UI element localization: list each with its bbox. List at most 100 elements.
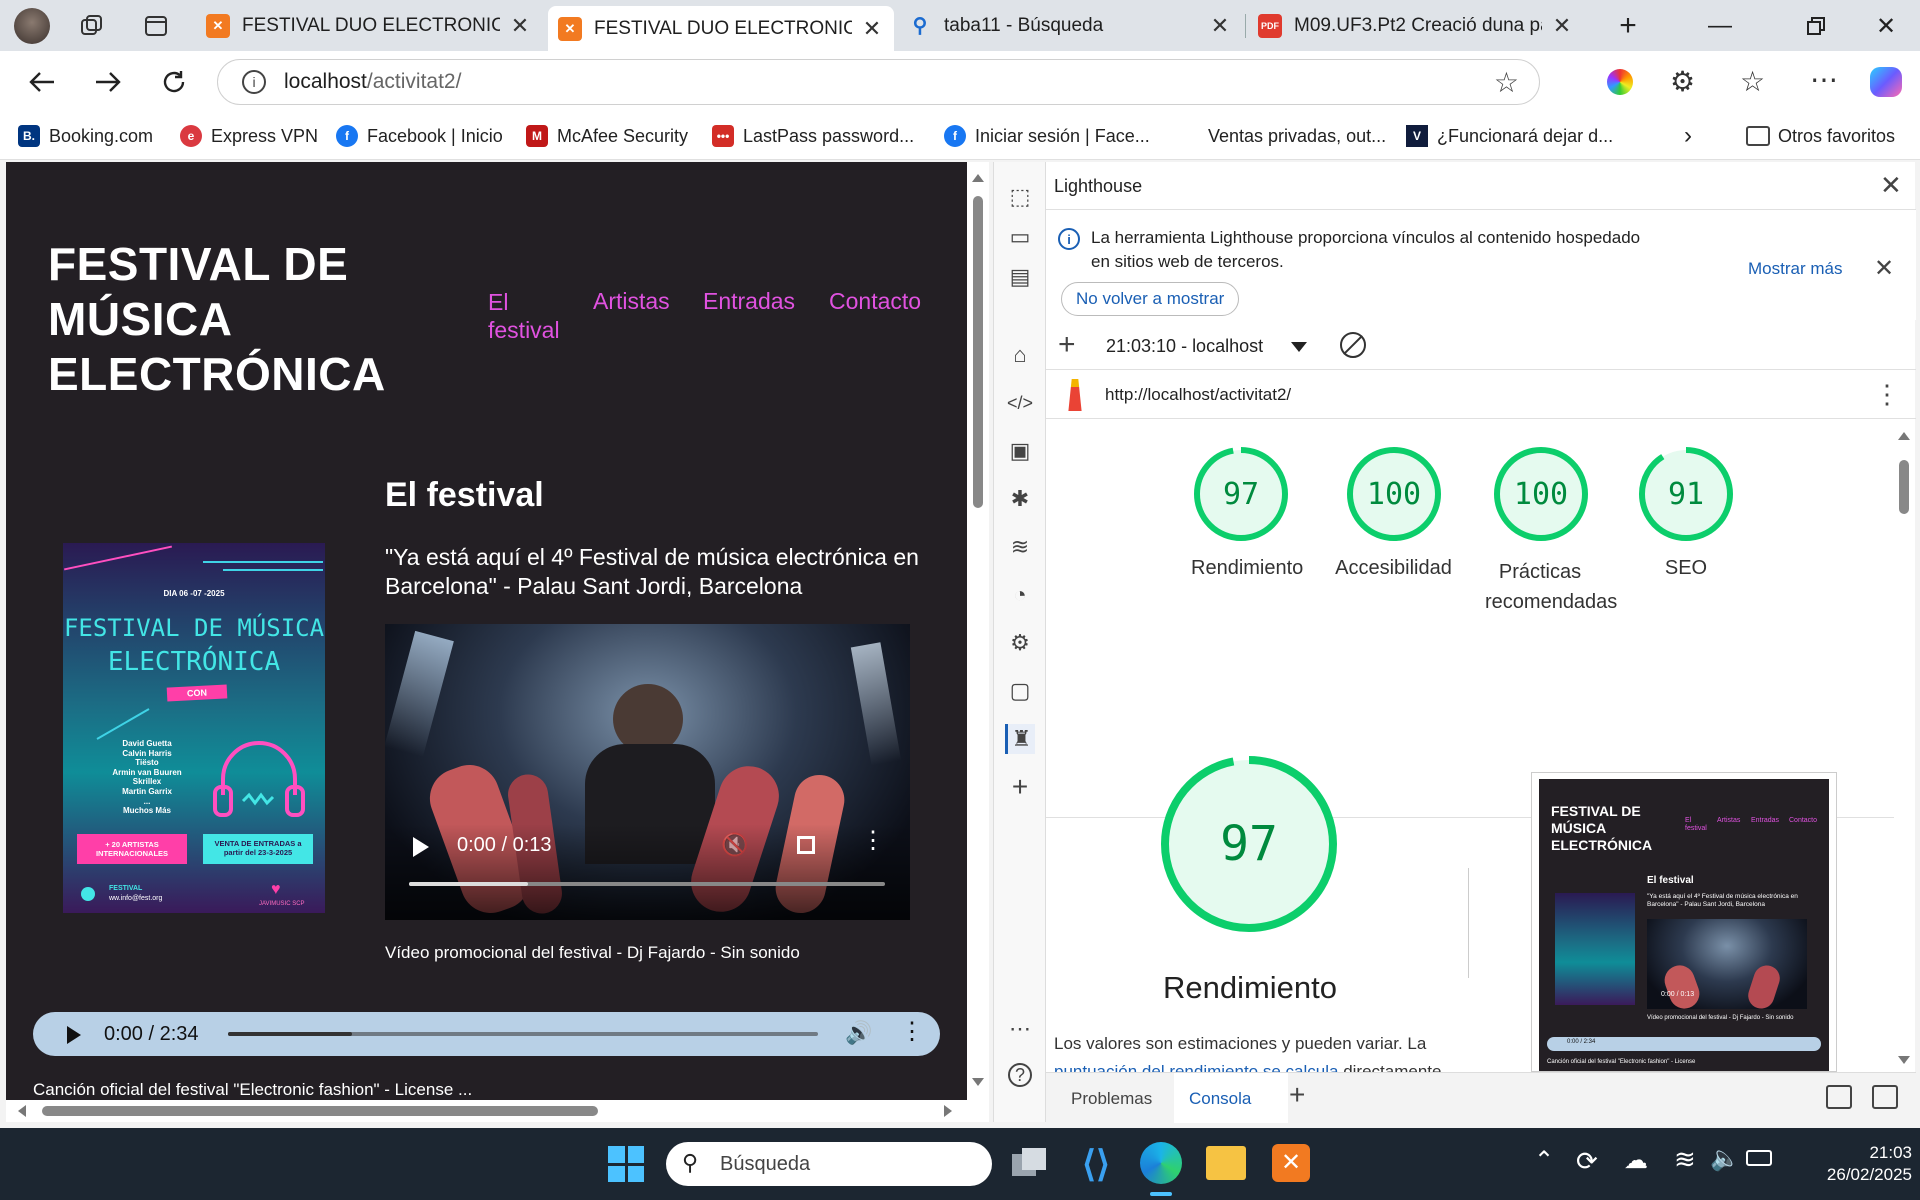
help-icon[interactable]: ? bbox=[1005, 1060, 1035, 1090]
score-practicas[interactable]: 100 Prácticas recomendadas bbox=[1458, 444, 1623, 617]
bookmark-funcionara[interactable]: V ¿Funcionará dejar d... bbox=[1406, 122, 1613, 150]
report-menu-icon[interactable]: ⋮ bbox=[1874, 379, 1900, 410]
nav-el-festival[interactable]: El festival bbox=[488, 288, 568, 344]
new-report-plus-icon[interactable]: + bbox=[1058, 328, 1076, 362]
forward-button[interactable] bbox=[88, 63, 128, 101]
performance-icon[interactable]: ◔ bbox=[1005, 580, 1035, 610]
audio-more-icon[interactable]: ⋮ bbox=[900, 1020, 924, 1044]
xampp-icon[interactable]: ✕ bbox=[1272, 1144, 1310, 1182]
promo-video[interactable]: 0:00 / 0:13 🔇 ⋮ bbox=[385, 624, 910, 920]
video-mute-icon[interactable]: 🔇 bbox=[721, 832, 748, 858]
audio-play-button[interactable] bbox=[67, 1026, 81, 1044]
wifi-icon[interactable]: ≋ bbox=[1674, 1144, 1696, 1175]
video-more-icon[interactable]: ⋮ bbox=[861, 829, 885, 853]
other-favorites[interactable]: Otros favoritos bbox=[1746, 122, 1895, 150]
dont-show-again-button[interactable]: No volver a mostrar bbox=[1061, 282, 1240, 316]
tab-festival-1[interactable]: ✕ FESTIVAL DUO ELECTRONIC ✕ bbox=[196, 6, 542, 45]
tab-actions-icon[interactable] bbox=[142, 12, 170, 40]
welcome-home-icon[interactable]: ⌂ bbox=[1005, 340, 1035, 370]
nav-entradas[interactable]: Entradas bbox=[703, 288, 795, 315]
device-emulation-icon[interactable]: ▭ bbox=[1005, 222, 1035, 252]
show-hidden-icons-chevron[interactable]: ⌃ bbox=[1534, 1146, 1554, 1175]
add-drawer-tab-icon[interactable]: + bbox=[1289, 1079, 1305, 1111]
tab-festival-2[interactable]: ✕ FESTIVAL DUO ELECTRONIC ✕ bbox=[548, 6, 894, 51]
new-tab-button[interactable]: + bbox=[1608, 8, 1648, 44]
undock-drawer-icon[interactable] bbox=[1826, 1085, 1852, 1109]
volume-muted-icon[interactable]: 🔈 bbox=[1710, 1144, 1740, 1173]
clear-reports-icon[interactable] bbox=[1340, 332, 1366, 358]
page-horizontal-scrollbar[interactable] bbox=[6, 1100, 989, 1122]
task-view-icon[interactable] bbox=[1012, 1148, 1048, 1180]
tab-consola[interactable]: Consola bbox=[1174, 1073, 1288, 1123]
vscode-icon[interactable]: ⟨⟩ bbox=[1076, 1144, 1116, 1184]
bookmark-expressvpn[interactable]: e Express VPN bbox=[180, 122, 318, 150]
fullscreen-icon[interactable] bbox=[797, 836, 815, 854]
elements-icon[interactable]: </> bbox=[1005, 388, 1035, 418]
tab-pdf[interactable]: PDF M09.UF3.Pt2 Creació duna pàgin ✕ bbox=[1248, 6, 1584, 45]
address-bar[interactable]: i localhost/activitat2/ ☆ bbox=[217, 59, 1540, 105]
back-button[interactable] bbox=[22, 63, 62, 101]
sources-bug-icon[interactable]: ✱ bbox=[1005, 484, 1035, 514]
extensions-icon[interactable]: ⚙ bbox=[1670, 65, 1695, 98]
workspaces-icon[interactable] bbox=[78, 12, 106, 40]
favorite-star-icon[interactable]: ☆ bbox=[1494, 66, 1519, 99]
bookmark-ventas[interactable]: Ventas privadas, out... bbox=[1208, 122, 1386, 150]
more-menu-icon[interactable]: ⋯ bbox=[1810, 63, 1838, 96]
scroll-thumb[interactable] bbox=[1899, 460, 1909, 514]
close-tab-icon[interactable]: ✕ bbox=[860, 16, 884, 42]
bookmark-booking[interactable]: B. Booking.com bbox=[18, 122, 153, 150]
close-panel-icon[interactable]: ✕ bbox=[1880, 170, 1902, 201]
note-link[interactable]: puntuación del rendimiento se calcula bbox=[1054, 1062, 1338, 1072]
close-tab-icon[interactable]: ✕ bbox=[1208, 13, 1232, 39]
chevron-right-icon[interactable]: › bbox=[1684, 122, 1692, 150]
score-rendimiento[interactable]: 97 Rendimiento bbox=[1191, 444, 1303, 580]
onedrive-icon[interactable]: ☁ bbox=[1624, 1146, 1648, 1175]
restore-button[interactable] bbox=[1796, 8, 1836, 44]
scroll-thumb[interactable] bbox=[42, 1106, 598, 1116]
tab-problemas[interactable]: Problemas bbox=[1071, 1089, 1152, 1109]
site-info-icon[interactable]: i bbox=[242, 70, 266, 94]
nav-contacto[interactable]: Contacto bbox=[829, 288, 921, 315]
refresh-button[interactable] bbox=[154, 63, 194, 101]
clock[interactable]: 21:03 26/02/2025 bbox=[1792, 1142, 1912, 1186]
file-explorer-icon[interactable] bbox=[1206, 1146, 1246, 1180]
inspect-icon[interactable]: ⬚ bbox=[1005, 182, 1035, 212]
dismiss-banner-icon[interactable]: ✕ bbox=[1874, 254, 1894, 283]
bookmark-facebook[interactable]: f Facebook | Inicio bbox=[336, 122, 503, 150]
bookmark-lastpass[interactable]: ••• LastPass password... bbox=[712, 122, 914, 150]
taskbar-search[interactable]: ⚲ Búsqueda bbox=[666, 1142, 992, 1186]
bookmark-mcafee[interactable]: M McAfee Security bbox=[526, 122, 688, 150]
show-more-link[interactable]: Mostrar más bbox=[1748, 259, 1842, 279]
score-accesibilidad[interactable]: 100 Accesibilidad bbox=[1321, 444, 1466, 580]
close-window-button[interactable]: ✕ bbox=[1866, 8, 1906, 44]
start-windows-icon[interactable] bbox=[608, 1146, 644, 1182]
more-icon[interactable]: ⋯ bbox=[1005, 1014, 1035, 1044]
dock-icon[interactable]: ▤ bbox=[1005, 262, 1035, 292]
profile-avatar[interactable] bbox=[14, 8, 50, 44]
audio-player[interactable]: 0:00 / 2:34 🔊 ⋮ bbox=[33, 1012, 940, 1056]
report-scrollbar[interactable] bbox=[1894, 420, 1914, 1072]
video-play-button[interactable] bbox=[413, 837, 429, 857]
battery-icon[interactable] bbox=[1746, 1150, 1772, 1166]
nav-artistas[interactable]: Artistas bbox=[593, 288, 670, 315]
color-extension-icon[interactable] bbox=[1607, 69, 1633, 95]
dock-drawer-icon[interactable] bbox=[1872, 1085, 1898, 1109]
close-tab-icon[interactable]: ✕ bbox=[508, 13, 532, 39]
scroll-thumb[interactable] bbox=[973, 196, 983, 508]
score-seo[interactable]: 91 SEO bbox=[1636, 444, 1736, 580]
sync-icon[interactable]: ⟳ bbox=[1576, 1146, 1598, 1177]
audio-progress-track[interactable] bbox=[228, 1032, 818, 1036]
lighthouse-icon[interactable]: ♜ bbox=[1005, 724, 1035, 754]
bookmark-facebook-login[interactable]: f Iniciar sesión | Face... bbox=[944, 122, 1150, 150]
video-progress-track[interactable] bbox=[409, 882, 885, 886]
more-tools-plus-icon[interactable]: + bbox=[1005, 771, 1035, 802]
copilot-icon[interactable] bbox=[1870, 67, 1902, 97]
close-tab-icon[interactable]: ✕ bbox=[1550, 13, 1574, 39]
volume-icon[interactable]: 🔊 bbox=[845, 1020, 872, 1046]
page-vertical-scrollbar[interactable] bbox=[967, 162, 989, 1100]
favorites-icon[interactable]: ☆ bbox=[1740, 65, 1765, 98]
application-icon[interactable]: ▢ bbox=[1005, 676, 1035, 706]
network-wifi-icon[interactable]: ≋ bbox=[1005, 532, 1035, 562]
minimize-button[interactable]: — bbox=[1700, 8, 1740, 44]
memory-icon[interactable]: ⚙ bbox=[1005, 628, 1035, 658]
